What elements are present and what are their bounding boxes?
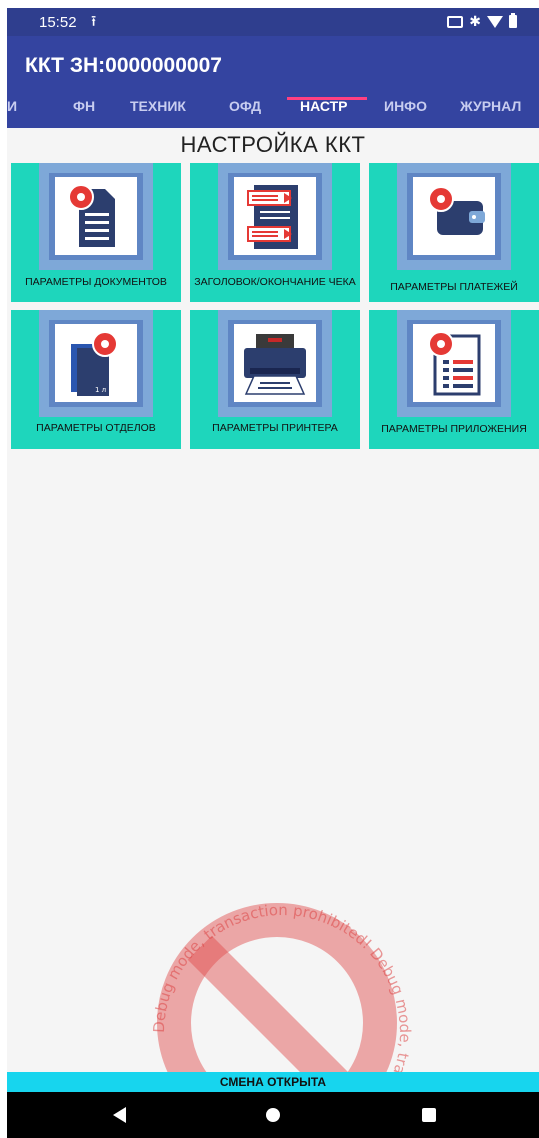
tab-tekhnik[interactable]: ТЕХНИК <box>130 98 186 114</box>
tile-label: ПАРАМЕТРЫ ПЛАТЕЖЕЙ <box>390 281 518 293</box>
tile-app-settings[interactable]: ПАРАМЕТРЫ ПРИЛОЖЕНИЯ <box>369 310 539 449</box>
tab-info[interactable]: ИНФО <box>384 98 427 114</box>
status-icons: ✱ <box>447 13 517 30</box>
section-title: НАСТРОЙКА ККТ <box>180 132 366 157</box>
tile-payment-settings[interactable]: ПАРАМЕТРЫ ПЛАТЕЖЕЙ <box>369 163 539 302</box>
wallet-settings-icon <box>428 186 485 235</box>
tile-document-settings[interactable]: ПАРАМЕТРЫ ДОКУМЕНТОВ <box>11 163 181 302</box>
back-icon[interactable] <box>113 1107 126 1123</box>
tile-receipt-header[interactable]: ЗАГОЛОВОК/ОКОНЧАНИЕ ЧЕКА <box>190 163 360 302</box>
wifi-icon <box>487 15 503 28</box>
cast-icon <box>447 15 464 28</box>
tab-fn[interactable]: ФН <box>73 98 95 114</box>
tile-label: ЗАГОЛОВОК/ОКОНЧАНИЕ ЧЕКА <box>194 276 356 288</box>
bluetooth-icon: ✱ <box>469 13 481 29</box>
tile-label: ПАРАМЕТРЫ ДОКУМЕНТОВ <box>25 276 167 288</box>
app-bar: ККТ ЗН:0000000007 И ФН ТЕХНИК ОФД НАСТР … <box>7 36 539 128</box>
tab-zhurnal[interactable]: ЖУРНАЛ <box>460 98 521 114</box>
tile-label: ПАРАМЕТРЫ ПРИНТЕРА <box>212 422 338 434</box>
svg-text:1 л: 1 л <box>95 386 106 394</box>
recent-apps-icon[interactable] <box>422 1108 436 1122</box>
tab-partial[interactable]: И <box>7 98 17 114</box>
app-settings-icon <box>428 331 481 396</box>
tab-nastr[interactable]: НАСТР <box>300 98 348 114</box>
document-settings-icon <box>68 184 115 247</box>
tile-printer-settings[interactable]: ПАРАМЕТРЫ ПРИНТЕРА <box>190 310 360 449</box>
printer-icon <box>244 334 306 395</box>
home-icon[interactable] <box>266 1108 280 1122</box>
tile-departments-settings[interactable]: 1 л ПАРАМЕТРЫ ОТДЕЛОВ <box>11 310 181 449</box>
tab-bar: И ФН ТЕХНИК ОФД НАСТР ИНФО ЖУРНАЛ <box>7 92 539 128</box>
receipt-header-icon <box>247 185 298 249</box>
tile-label: ПАРАМЕТРЫ ОТДЕЛОВ <box>36 422 156 434</box>
departments-settings-icon: 1 л <box>71 331 118 396</box>
tab-ofd[interactable]: ОФД <box>229 98 261 114</box>
app-title: ККТ ЗН:0000000007 <box>25 54 222 77</box>
tab-indicator <box>287 97 367 100</box>
status-time: 15:52 <box>39 14 77 31</box>
app-screen: 15:52 ⭱ ✱ ККТ ЗН:0000000007 И ФН ТЕХНИК … <box>7 8 539 1138</box>
status-bar: 15:52 ⭱ ✱ <box>7 8 539 36</box>
shift-status-bar: СМЕНА ОТКРЫТА <box>7 1072 539 1092</box>
navigation-bar <box>7 1092 539 1138</box>
tile-label: ПАРАМЕТРЫ ПРИЛОЖЕНИЯ <box>381 423 527 435</box>
upload-arrow-icon: ⭱ <box>91 13 97 30</box>
battery-icon <box>509 13 517 28</box>
